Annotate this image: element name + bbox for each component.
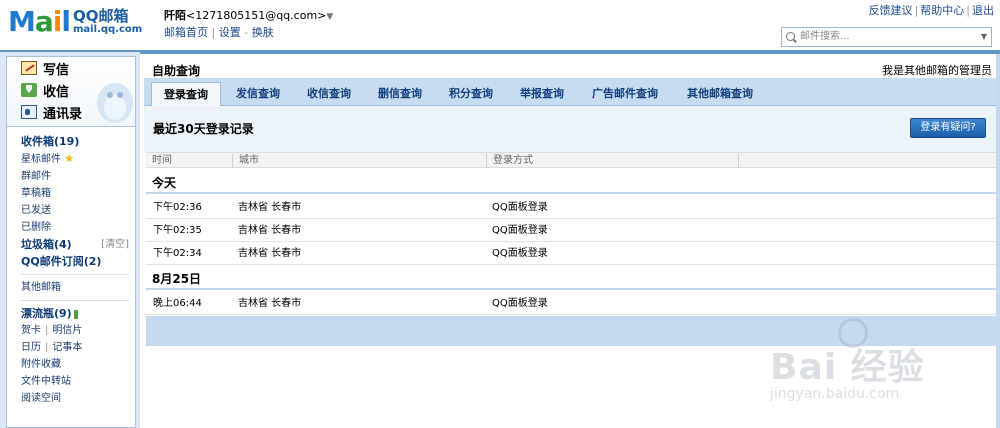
folder-spam[interactable]: 垃圾箱(4) [清空] bbox=[21, 236, 135, 253]
table-row: 下午02:35 吉林省 长春市 QQ面板登录 bbox=[146, 219, 996, 242]
cell-time: 下午02:34 bbox=[153, 248, 202, 259]
cell-city: 吉林省 长春市 bbox=[238, 202, 302, 213]
cell-time: 晚上06:44 bbox=[153, 298, 202, 309]
user-email: <1271805151@qq.com> bbox=[186, 9, 327, 22]
receive-label: 收信 bbox=[43, 84, 70, 100]
cell-city: 吉林省 长春市 bbox=[238, 298, 302, 309]
folder-sent[interactable]: 已发送 bbox=[21, 202, 135, 219]
account-dropdown-icon[interactable]: ▼ bbox=[326, 12, 333, 22]
table-footer bbox=[146, 316, 996, 346]
col-city: 城市 bbox=[232, 154, 486, 168]
main-panel: 自助查询 我是其他邮箱的管理员 登录查询 发信查询 收信查询 删信查询 积分查询… bbox=[144, 56, 996, 428]
logo-domain: mail.qq.com bbox=[73, 24, 143, 35]
tab-report-query[interactable]: 举报查询 bbox=[508, 82, 576, 106]
divider bbox=[21, 300, 129, 301]
user-name: 阡陌 bbox=[164, 9, 186, 22]
cell-method: QQ面板登录 bbox=[492, 225, 548, 236]
logo-mail-text: Mail bbox=[8, 5, 71, 38]
cell-city: 吉林省 长春市 bbox=[238, 248, 302, 259]
cell-time: 下午02:35 bbox=[153, 225, 202, 236]
table-row: 晚上06:44 吉林省 长春市 QQ面板登录 bbox=[146, 292, 996, 315]
frame-right bbox=[996, 54, 1000, 428]
feedback-link[interactable]: 反馈建议 bbox=[869, 4, 913, 17]
search-dropdown-icon[interactable]: ▼ bbox=[981, 28, 987, 46]
tab-login-query[interactable]: 登录查询 bbox=[151, 82, 221, 107]
home-link[interactable]: 邮箱首页 bbox=[164, 26, 208, 39]
top-links: 反馈建议 | 帮助中心 | 退出 bbox=[868, 4, 994, 17]
sidebar: 写信 收信 通讯录 收件箱(19) 星标邮件 ★ 群邮件 草稿箱 已发送 已删除… bbox=[6, 56, 136, 428]
folder-spam-label: 垃圾箱(4) bbox=[21, 238, 72, 251]
penguin-mascot-icon bbox=[97, 83, 133, 123]
logout-link[interactable]: 退出 bbox=[972, 4, 994, 17]
tab-receive-query[interactable]: 收信查询 bbox=[295, 82, 363, 106]
compose-icon bbox=[21, 61, 37, 75]
file-transfer-link[interactable]: 文件中转站 bbox=[21, 373, 135, 390]
postcard-link[interactable]: 明信片 bbox=[52, 325, 82, 336]
calendar-link[interactable]: 日历 bbox=[21, 342, 41, 353]
page-title: 自助查询 bbox=[152, 64, 201, 78]
contacts-icon bbox=[21, 105, 37, 119]
other-mailboxes[interactable]: 其他邮箱 bbox=[21, 279, 135, 296]
col-method: 登录方式 bbox=[486, 154, 738, 168]
compose-button[interactable]: 写信 bbox=[7, 57, 135, 79]
cell-city: 吉林省 长春市 bbox=[238, 225, 302, 236]
tab-bar: 登录查询 发信查询 收信查询 删信查询 积分查询 举报查询 广告邮件查询 其他邮… bbox=[144, 78, 996, 107]
receive-icon bbox=[21, 83, 37, 97]
login-question-button[interactable]: 登录有疑问? bbox=[910, 118, 986, 138]
folder-starred[interactable]: 星标邮件 ★ bbox=[21, 150, 135, 168]
logo-qq-label: QQ邮箱 bbox=[73, 7, 129, 25]
star-icon: ★ bbox=[64, 152, 75, 165]
divider bbox=[21, 274, 129, 275]
folder-group[interactable]: 群邮件 bbox=[21, 168, 135, 185]
search-placeholder: 邮件搜索... bbox=[800, 31, 850, 42]
bottle-icon bbox=[73, 309, 78, 319]
admin-link[interactable]: 我是其他邮箱的管理员 bbox=[882, 62, 992, 78]
reading-space-link[interactable]: 阅读空间 bbox=[21, 390, 135, 407]
attachment-collection-link[interactable]: 附件收藏 bbox=[21, 356, 135, 373]
group-aug-25: 8月25日 bbox=[146, 268, 996, 290]
app-row: 日历 | 记事本 bbox=[21, 342, 83, 353]
skin-link[interactable]: 换肤 bbox=[252, 26, 274, 39]
folder-list: 收件箱(19) 星标邮件 ★ 群邮件 草稿箱 已发送 已删除 垃圾箱(4) [清空… bbox=[7, 127, 135, 407]
table-row: 下午02:36 吉林省 长春市 QQ面板登录 bbox=[146, 196, 996, 219]
folder-deleted[interactable]: 已删除 bbox=[21, 219, 135, 236]
quick-actions: 写信 收信 通讯录 bbox=[7, 57, 135, 127]
tab-ad-mail-query[interactable]: 广告邮件查询 bbox=[579, 82, 671, 106]
frame-top-bar bbox=[0, 50, 1000, 54]
user-info: 阡陌<1271805151@qq.com>▼ 邮箱首页 | 设置 - 换肤 bbox=[164, 9, 334, 39]
search-input[interactable]: 邮件搜索... ▼ bbox=[781, 27, 992, 47]
cell-method: QQ面板登录 bbox=[492, 298, 548, 309]
table-header: 时间 城市 登录方式 bbox=[146, 152, 996, 168]
compose-label: 写信 bbox=[43, 62, 70, 78]
notepad-link[interactable]: 记事本 bbox=[52, 342, 82, 353]
tab-other-mailbox-query[interactable]: 其他邮箱查询 bbox=[674, 82, 766, 106]
settings-link[interactable]: 设置 bbox=[219, 26, 241, 39]
col-time: 时间 bbox=[152, 155, 172, 166]
folder-starred-label: 星标邮件 bbox=[21, 154, 61, 165]
drift-bottle-label: 漂流瓶(9) bbox=[21, 307, 72, 320]
table-row: 下午02:34 吉林省 长春市 QQ面板登录 bbox=[146, 242, 996, 265]
contacts-label: 通讯录 bbox=[43, 106, 83, 122]
qq-mail-logo[interactable]: Mail QQ邮箱 mail.qq.com bbox=[8, 8, 142, 36]
tab-points-query[interactable]: 积分查询 bbox=[437, 82, 505, 106]
tab-send-query[interactable]: 发信查询 bbox=[224, 82, 292, 106]
cell-time: 下午02:36 bbox=[153, 202, 202, 213]
header: Mail QQ邮箱 mail.qq.com 阡陌<1271805151@qq.c… bbox=[0, 0, 1000, 52]
section-header: 最近30天登录记录 登录有疑问? bbox=[144, 106, 996, 152]
folder-drafts[interactable]: 草稿箱 bbox=[21, 185, 135, 202]
drift-bottle[interactable]: 漂流瓶(9) bbox=[21, 305, 135, 322]
clear-spam-link[interactable]: [清空] bbox=[101, 236, 129, 253]
tab-delete-query[interactable]: 删信查询 bbox=[366, 82, 434, 106]
greeting-card-link[interactable]: 贺卡 bbox=[21, 325, 41, 336]
folder-subscriptions[interactable]: QQ邮件订阅(2) bbox=[21, 253, 135, 270]
group-today: 今天 bbox=[146, 172, 996, 194]
app-row: 贺卡 | 明信片 bbox=[21, 325, 83, 336]
section-title: 最近30天登录记录 bbox=[153, 122, 254, 136]
folder-inbox[interactable]: 收件箱(19) bbox=[21, 133, 135, 150]
help-link[interactable]: 帮助中心 bbox=[920, 4, 964, 17]
cell-method: QQ面板登录 bbox=[492, 248, 548, 259]
col-empty bbox=[738, 154, 996, 168]
search-icon bbox=[786, 32, 795, 41]
cell-method: QQ面板登录 bbox=[492, 202, 548, 213]
